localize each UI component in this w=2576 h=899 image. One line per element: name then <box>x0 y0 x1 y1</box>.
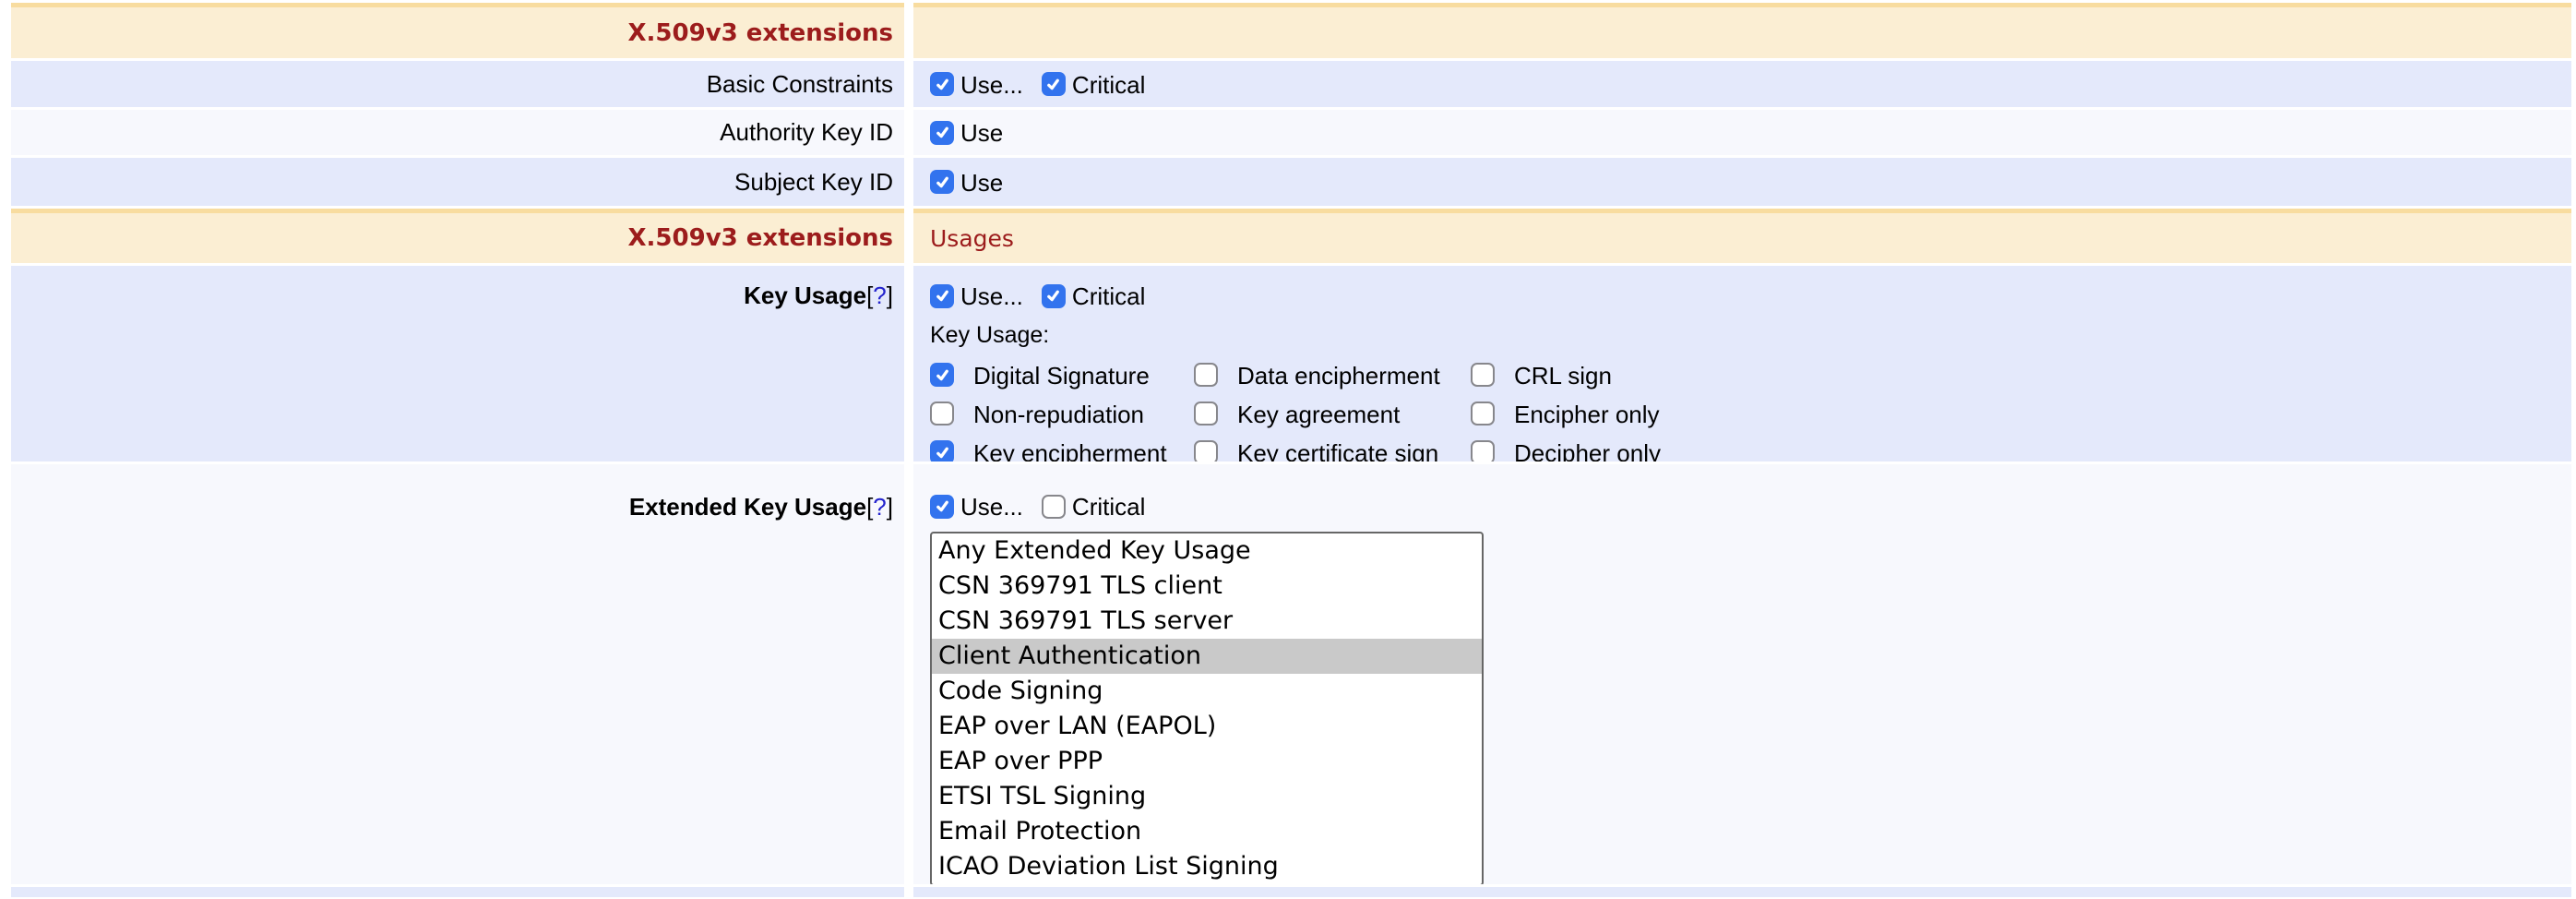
extended-key-usage-option[interactable]: EAP over LAN (EAPOL) <box>932 709 1482 744</box>
subject-key-id-use-checkbox[interactable] <box>930 170 954 194</box>
key-usage-option-label: Non-repudiation <box>973 401 1144 429</box>
key-usage-option-checkbox[interactable] <box>1471 402 1495 426</box>
help-bracket: ] <box>887 282 893 309</box>
authority-key-id-label-cell: Authority Key ID <box>11 110 904 155</box>
key-usage-option-label: CRL sign <box>1514 362 1612 390</box>
extended-key-usage-option[interactable]: CSN 369791 TLS client <box>932 569 1482 604</box>
extended-key-usage-label: Extended Key Usage[?] <box>629 493 893 521</box>
key-usage-option: Data encipherment <box>1194 362 1471 388</box>
key-usage-option-checkbox[interactable] <box>930 402 954 426</box>
key-usage-option-checkbox[interactable] <box>1471 363 1495 387</box>
extended-key-usage-use-label: Use... <box>960 493 1023 521</box>
extended-key-usage-field-cell: Use... Critical Any Extended Key UsageCS… <box>913 464 2571 884</box>
key-usage-label-text: Key Usage <box>744 282 866 309</box>
authority-key-id-use-checkbox[interactable] <box>930 121 954 145</box>
extended-key-usage-use-checkbox[interactable] <box>930 495 954 519</box>
key-usage-critical-checkbox[interactable] <box>1042 284 1066 308</box>
key-usage-option-label: Key certificate sign <box>1237 439 1438 462</box>
extended-key-usage-option[interactable]: ETSI TSL Signing <box>932 779 1482 814</box>
subject-key-id-use-label: Use <box>960 169 1003 198</box>
section-header-x509v3-extensions: X.509v3 extensions <box>11 3 904 58</box>
section-header-title: X.509v3 extensions <box>628 19 894 47</box>
basic-constraints-use-checkbox[interactable] <box>930 72 954 96</box>
key-usage-option: CRL sign <box>1471 362 2571 388</box>
extended-key-usage-listbox[interactable]: Any Extended Key UsageCSN 369791 TLS cli… <box>930 532 1484 884</box>
section-header-x509v3-extensions-usages: X.509v3 extensions <box>11 209 904 263</box>
key-usage-option: Key certificate sign <box>1194 439 1471 461</box>
key-usage-option-checkbox[interactable] <box>930 363 954 387</box>
key-usage-label: Key Usage[?] <box>744 282 893 310</box>
key-usage-option-label: Digital Signature <box>973 362 1150 390</box>
extended-key-usage-label-cell: Extended Key Usage[?] <box>11 464 904 884</box>
key-usage-option: Non-repudiation <box>930 401 1194 426</box>
extended-key-usage-option[interactable]: Client Authentication <box>932 639 1482 674</box>
basic-constraints-field-cell: Use... Critical <box>913 61 2571 107</box>
basic-constraints-use-label: Use... <box>960 71 1023 100</box>
key-usage-critical-label: Critical <box>1072 282 1145 311</box>
subject-key-id-label-cell: Subject Key ID <box>11 158 904 206</box>
key-usage-option-checkbox[interactable] <box>1194 402 1218 426</box>
next-row-label-cell <box>11 887 904 897</box>
key-usage-grid: Digital Signature Data encipherment CRL si… <box>930 362 2571 461</box>
key-usage-option: Encipher only <box>1471 401 2571 426</box>
extended-key-usage-option[interactable]: ICAO Deviation List Signing <box>932 849 1482 884</box>
section-header-note-cell <box>913 3 2571 58</box>
key-usage-option-label: Decipher only <box>1514 439 1661 462</box>
extended-key-usage-option[interactable]: CSN 369791 TLS server <box>932 604 1482 639</box>
extended-key-usage-label-text: Extended Key Usage <box>629 493 866 521</box>
extended-key-usage-option[interactable]: EAP over PPP <box>932 744 1482 779</box>
help-bracket: ] <box>887 493 893 521</box>
key-usage-option-label: Data encipherment <box>1237 362 1440 390</box>
key-usage-option-checkbox[interactable] <box>930 440 954 461</box>
key-usage-use-label: Use... <box>960 282 1023 311</box>
key-usage-option: Decipher only <box>1471 439 2571 461</box>
next-row-field-cell <box>913 887 2571 897</box>
key-usage-option-label: Encipher only <box>1514 401 1660 429</box>
key-usage-option-label: Key agreement <box>1237 401 1400 429</box>
key-usage-option: Digital Signature <box>930 362 1194 388</box>
extended-key-usage-help-link[interactable]: ? <box>873 493 886 521</box>
key-usage-option-checkbox[interactable] <box>1194 363 1218 387</box>
basic-constraints-critical-label: Critical <box>1072 71 1145 100</box>
authority-key-id-field-cell: Use <box>913 110 2571 155</box>
extended-key-usage-critical-label: Critical <box>1072 493 1145 521</box>
key-usage-option-label: Key encipherment <box>973 439 1167 462</box>
section-header-usages-note-cell: Usages <box>913 209 2571 263</box>
key-usage-option-checkbox[interactable] <box>1471 440 1495 461</box>
key-usage-label-cell: Key Usage[?] <box>11 266 904 461</box>
subject-key-id-label: Subject Key ID <box>734 168 893 197</box>
extended-key-usage-option[interactable]: Any Extended Key Usage <box>932 533 1482 569</box>
key-usage-field-cell: Use... Critical Key Usage: Digital Signa… <box>913 266 2571 461</box>
authority-key-id-use-label: Use <box>960 119 1003 148</box>
section-header-title: X.509v3 extensions <box>628 224 894 252</box>
subject-key-id-field-cell: Use <box>913 158 2571 206</box>
key-usage-help-link[interactable]: ? <box>873 282 886 309</box>
extended-key-usage-option[interactable]: Email Protection <box>932 814 1482 849</box>
key-usage-use-checkbox[interactable] <box>930 284 954 308</box>
key-usage-sublabel: Key Usage: <box>930 322 2571 349</box>
authority-key-id-label: Authority Key ID <box>720 118 893 147</box>
basic-constraints-label: Basic Constraints <box>707 70 893 99</box>
section-header-note: Usages <box>930 225 1014 252</box>
key-usage-option: Key encipherment <box>930 439 1194 461</box>
certificate-profile-extensions-table: X.509v3 extensions Basic Constraints Use… <box>0 0 2576 897</box>
extended-key-usage-use-critical-row: Use... Critical <box>930 492 2571 521</box>
key-usage-option-checkbox[interactable] <box>1194 440 1218 461</box>
basic-constraints-label-cell: Basic Constraints <box>11 61 904 107</box>
basic-constraints-critical-checkbox[interactable] <box>1042 72 1066 96</box>
key-usage-use-critical-row: Use... Critical <box>930 282 2571 310</box>
extended-key-usage-option[interactable]: Code Signing <box>932 674 1482 709</box>
extended-key-usage-critical-checkbox[interactable] <box>1042 495 1066 519</box>
key-usage-option: Key agreement <box>1194 401 1471 426</box>
